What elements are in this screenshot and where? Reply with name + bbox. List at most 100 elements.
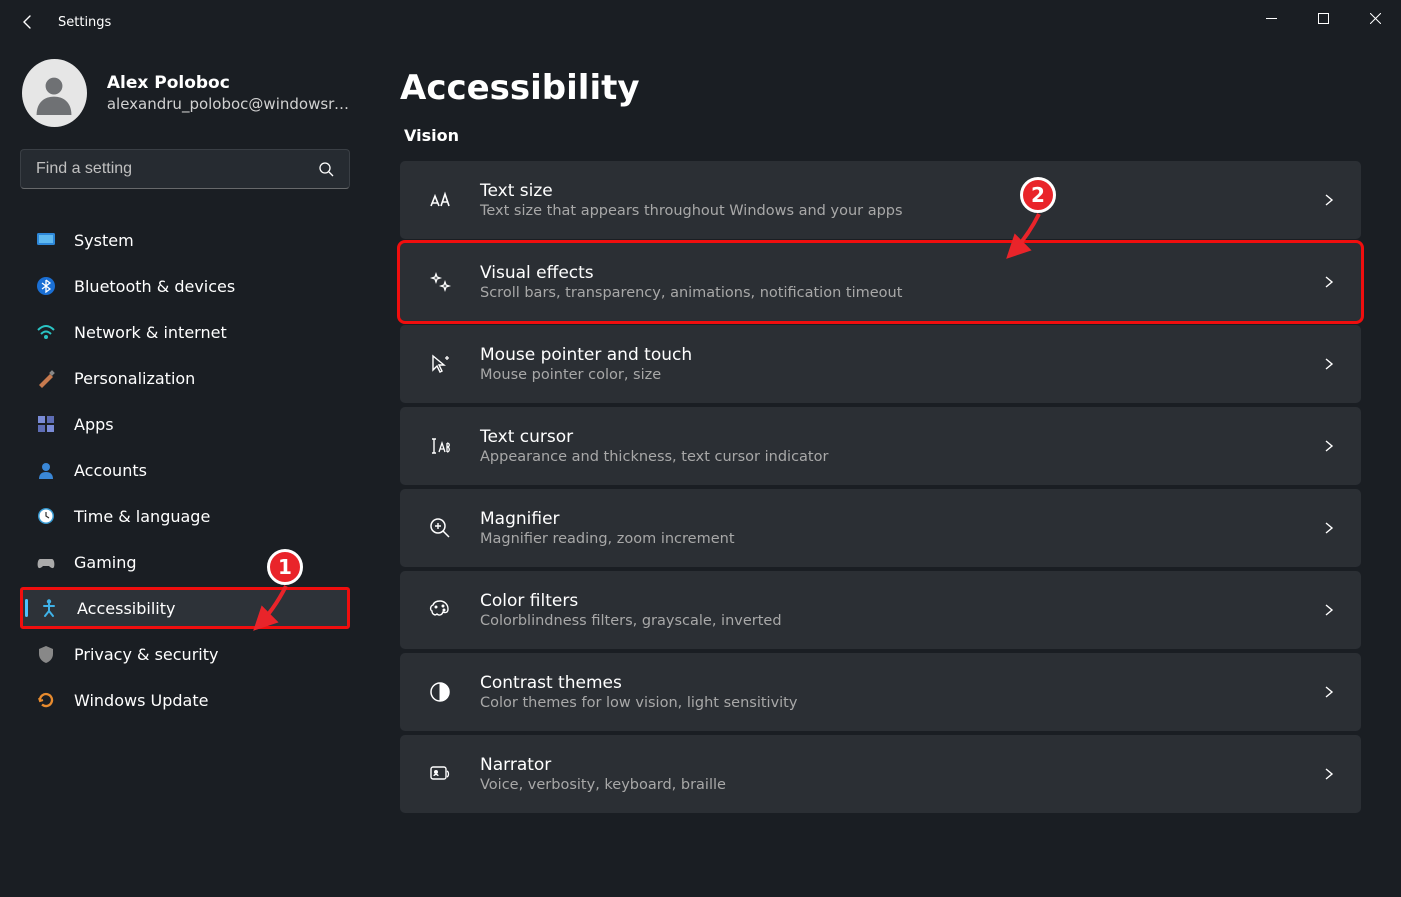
annotation-badge-2: 2	[1020, 177, 1056, 213]
setting-title: Text size	[480, 181, 1321, 201]
chevron-right-icon	[1321, 684, 1337, 700]
setting-magnifier[interactable]: Magnifier Magnifier reading, zoom increm…	[400, 489, 1361, 567]
apps-icon	[36, 414, 56, 434]
setting-desc: Scroll bars, transparency, animations, n…	[480, 285, 1321, 301]
nav-item-bluetooth[interactable]: Bluetooth & devices	[20, 265, 350, 307]
text-size-icon	[424, 188, 456, 212]
settings-list: Text size Text size that appears through…	[400, 161, 1361, 813]
nav-label: Personalization	[74, 369, 195, 388]
minimize-button[interactable]	[1245, 0, 1297, 36]
nav: System Bluetooth & devices Network & int…	[20, 219, 350, 721]
setting-color-filters[interactable]: Color filters Colorblindness filters, gr…	[400, 571, 1361, 649]
setting-text: Narrator Voice, verbosity, keyboard, bra…	[480, 755, 1321, 793]
setting-mouse-pointer[interactable]: Mouse pointer and touch Mouse pointer co…	[400, 325, 1361, 403]
system-icon	[36, 230, 56, 250]
nav-label: Bluetooth & devices	[74, 277, 235, 296]
nav-label: Time & language	[74, 507, 210, 526]
mouse-pointer-icon	[424, 352, 456, 376]
setting-title: Narrator	[480, 755, 1321, 775]
chevron-right-icon	[1321, 356, 1337, 372]
accessibility-icon	[39, 598, 59, 618]
avatar	[22, 59, 87, 127]
avatar-icon	[32, 71, 76, 115]
user-block[interactable]: Alex Poloboc alexandru_poloboc@windowsre…	[20, 59, 350, 127]
setting-text: Text size Text size that appears through…	[480, 181, 1321, 219]
time-icon	[36, 506, 56, 526]
contrast-icon	[424, 680, 456, 704]
text-cursor-icon	[424, 434, 456, 458]
setting-text-cursor[interactable]: Text cursor Appearance and thickness, te…	[400, 407, 1361, 485]
magnifier-icon	[424, 516, 456, 540]
setting-text: Contrast themes Color themes for low vis…	[480, 673, 1321, 711]
main-content: Accessibility Vision Text size Text size…	[370, 44, 1401, 897]
app-title: Settings	[58, 15, 111, 30]
privacy-icon	[36, 644, 56, 664]
back-button[interactable]	[20, 14, 36, 30]
search-input[interactable]	[36, 160, 318, 178]
setting-desc: Voice, verbosity, keyboard, braille	[480, 777, 1321, 793]
user-info: Alex Poloboc alexandru_poloboc@windowsre…	[107, 73, 350, 113]
annotation-badge-1: 1	[267, 549, 303, 585]
setting-narrator[interactable]: Narrator Voice, verbosity, keyboard, bra…	[400, 735, 1361, 813]
chevron-right-icon	[1321, 766, 1337, 782]
setting-title: Color filters	[480, 591, 1321, 611]
nav-label: Gaming	[74, 553, 137, 572]
nav-item-time[interactable]: Time & language	[20, 495, 350, 537]
setting-desc: Colorblindness filters, grayscale, inver…	[480, 613, 1321, 629]
chevron-right-icon	[1321, 520, 1337, 536]
gaming-icon	[36, 552, 56, 572]
nav-item-privacy[interactable]: Privacy & security	[20, 633, 350, 675]
setting-title: Contrast themes	[480, 673, 1321, 693]
section-label: Vision	[404, 126, 1361, 145]
nav-item-accessibility[interactable]: Accessibility	[20, 587, 350, 629]
setting-text-size[interactable]: Text size Text size that appears through…	[400, 161, 1361, 239]
user-email: alexandru_poloboc@windowsreport...	[107, 95, 350, 113]
sidebar: Alex Poloboc alexandru_poloboc@windowsre…	[0, 44, 370, 897]
setting-desc: Mouse pointer color, size	[480, 367, 1321, 383]
page-title: Accessibility	[400, 68, 1361, 108]
visual-effects-icon	[424, 270, 456, 294]
chevron-right-icon	[1321, 192, 1337, 208]
setting-title: Magnifier	[480, 509, 1321, 529]
setting-text: Text cursor Appearance and thickness, te…	[480, 427, 1321, 465]
nav-item-network[interactable]: Network & internet	[20, 311, 350, 353]
setting-desc: Magnifier reading, zoom increment	[480, 531, 1321, 547]
setting-contrast-themes[interactable]: Contrast themes Color themes for low vis…	[400, 653, 1361, 731]
network-icon	[36, 322, 56, 342]
setting-text: Visual effects Scroll bars, transparency…	[480, 263, 1321, 301]
setting-visual-effects[interactable]: Visual effects Scroll bars, transparency…	[400, 243, 1361, 321]
update-icon	[36, 690, 56, 710]
narrator-icon	[424, 762, 456, 786]
setting-desc: Color themes for low vision, light sensi…	[480, 695, 1321, 711]
nav-label: Accessibility	[77, 599, 175, 618]
setting-text: Mouse pointer and touch Mouse pointer co…	[480, 345, 1321, 383]
search-box[interactable]	[20, 149, 350, 189]
nav-item-accounts[interactable]: Accounts	[20, 449, 350, 491]
close-button[interactable]	[1349, 0, 1401, 36]
window-controls	[1245, 0, 1401, 36]
chevron-right-icon	[1321, 438, 1337, 454]
color-filters-icon	[424, 598, 456, 622]
bluetooth-icon	[36, 276, 56, 296]
personalization-icon	[36, 368, 56, 388]
nav-item-personalization[interactable]: Personalization	[20, 357, 350, 399]
nav-label: Windows Update	[74, 691, 208, 710]
nav-item-apps[interactable]: Apps	[20, 403, 350, 445]
nav-item-system[interactable]: System	[20, 219, 350, 261]
setting-title: Visual effects	[480, 263, 1321, 283]
nav-label: Network & internet	[74, 323, 227, 342]
nav-label: Apps	[74, 415, 114, 434]
user-name: Alex Poloboc	[107, 73, 350, 93]
accounts-icon	[36, 460, 56, 480]
maximize-button[interactable]	[1297, 0, 1349, 36]
setting-desc: Appearance and thickness, text cursor in…	[480, 449, 1321, 465]
setting-title: Text cursor	[480, 427, 1321, 447]
setting-title: Mouse pointer and touch	[480, 345, 1321, 365]
nav-item-update[interactable]: Windows Update	[20, 679, 350, 721]
search-icon	[318, 161, 334, 177]
titlebar: Settings	[0, 0, 1401, 44]
chevron-right-icon	[1321, 602, 1337, 618]
setting-text: Magnifier Magnifier reading, zoom increm…	[480, 509, 1321, 547]
nav-label: Privacy & security	[74, 645, 218, 664]
nav-label: Accounts	[74, 461, 147, 480]
